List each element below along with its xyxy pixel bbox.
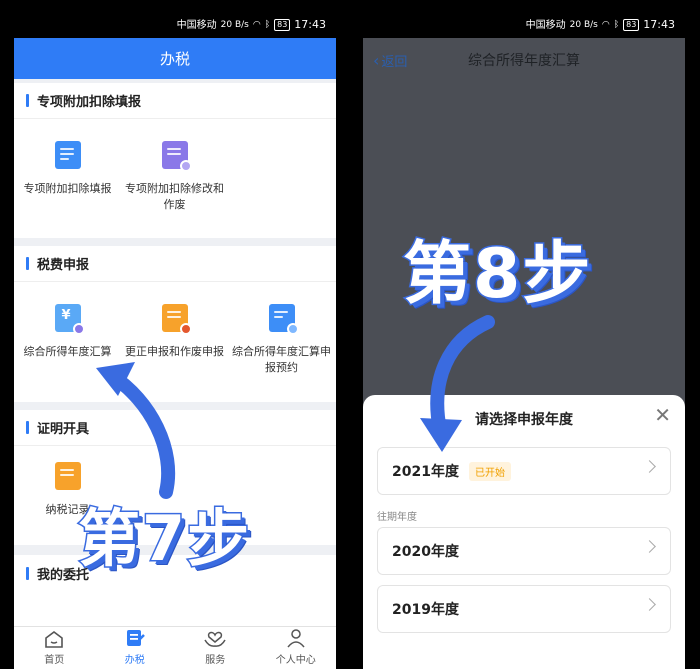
arrow-step-7 [105, 369, 176, 499]
step-7-sticker: 第7步 [76, 501, 252, 577]
arrow-step-8 [430, 315, 495, 437]
arrow-step-8-head [420, 418, 462, 452]
step-8-sticker: 第8步 [401, 234, 593, 316]
